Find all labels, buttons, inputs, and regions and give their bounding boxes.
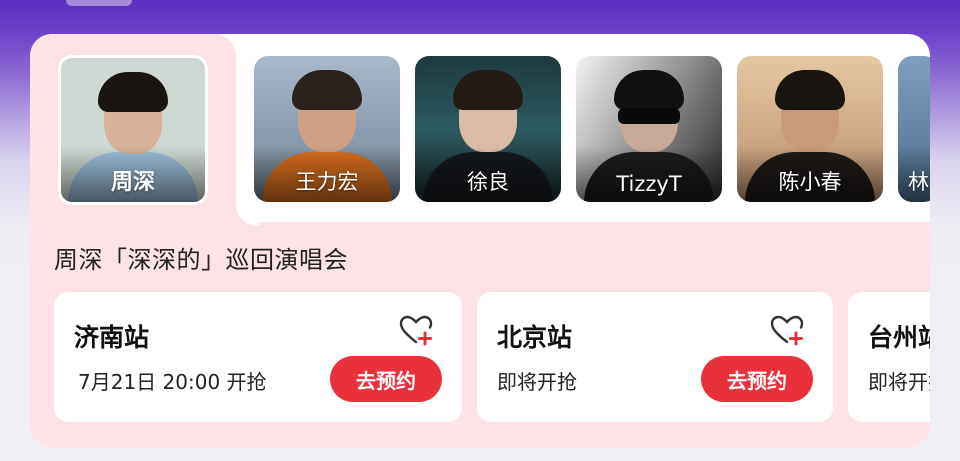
artist-tile-zhou-shen[interactable]: 周深 bbox=[58, 55, 208, 205]
artist-carousel: 周深 王力宏 徐良 TizzyT 陈小春 林 bbox=[30, 34, 930, 224]
book-button[interactable]: 去预约 bbox=[330, 356, 442, 402]
show-card-beijing[interactable]: 北京站 即将开抢 去预约 bbox=[477, 292, 833, 422]
artist-name: 周深 bbox=[110, 170, 155, 195]
artist-name: 林 bbox=[908, 170, 929, 194]
artist-name: 陈小春 bbox=[778, 170, 842, 194]
heart-plus-icon[interactable] bbox=[398, 314, 434, 346]
show-card-jinan[interactable]: 济南站 7月21日 20:00 开抢 去预约 bbox=[54, 292, 462, 422]
top-tab-indicator bbox=[66, 0, 132, 6]
artist-name: TizzyT bbox=[616, 172, 682, 196]
book-button[interactable]: 去预约 bbox=[701, 356, 813, 402]
show-city: 济南站 bbox=[74, 323, 150, 352]
tour-title: 周深「深深的」巡回演唱会 bbox=[54, 246, 348, 274]
heart-plus-icon[interactable] bbox=[769, 314, 805, 346]
artist-tile-wang-lihom[interactable]: 王力宏 bbox=[254, 56, 400, 202]
artist-tile-lin[interactable]: 林 bbox=[898, 56, 930, 202]
show-city: 北京站 bbox=[497, 323, 573, 352]
artist-tile-tizzyt[interactable]: TizzyT bbox=[576, 56, 722, 202]
show-card-taizhou[interactable]: 台州站 即将开抢 bbox=[848, 292, 930, 422]
show-time: 即将开抢 bbox=[497, 370, 577, 394]
show-city: 台州站 bbox=[868, 323, 930, 352]
concert-card: 周深 王力宏 徐良 TizzyT 陈小春 林 周深「深深的」巡回演唱会 济南站 … bbox=[30, 34, 930, 448]
artist-tile-xu-liang[interactable]: 徐良 bbox=[415, 56, 561, 202]
show-time: 即将开抢 bbox=[868, 370, 930, 394]
show-time: 7月21日 20:00 开抢 bbox=[78, 370, 267, 394]
artist-name: 王力宏 bbox=[295, 170, 359, 194]
artist-tile-chen-xiaochun[interactable]: 陈小春 bbox=[737, 56, 883, 202]
artist-name: 徐良 bbox=[467, 170, 509, 194]
